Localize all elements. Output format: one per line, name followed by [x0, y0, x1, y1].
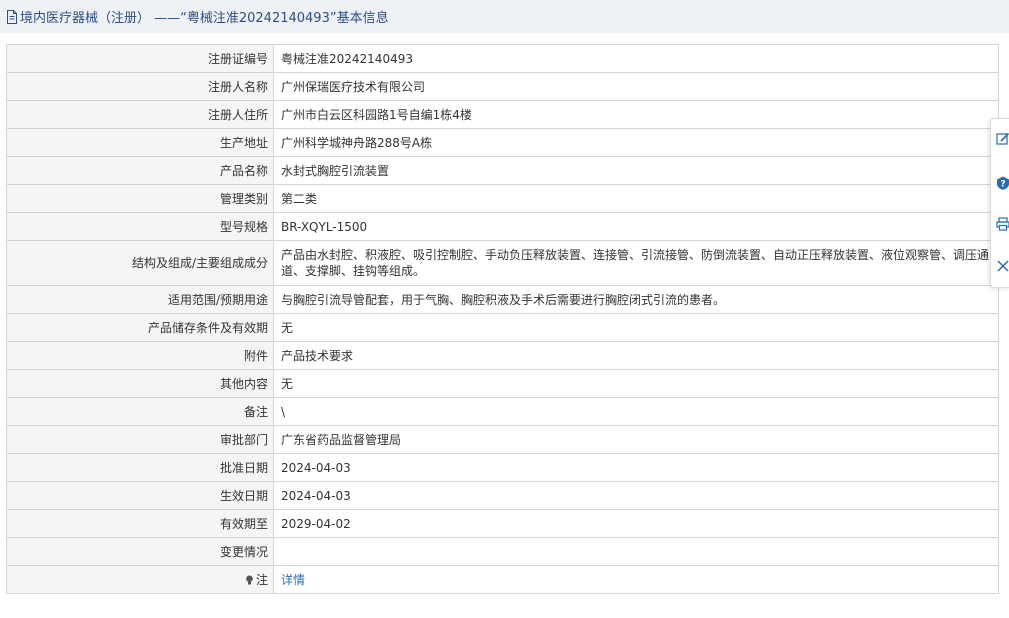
print-icon[interactable] — [996, 217, 1009, 231]
row-label-registration-number: 注册证编号 — [6, 44, 274, 73]
row-value-valid-until: 2029-04-02 — [273, 509, 999, 538]
table-row: 批准日期 2024-04-03 — [6, 453, 999, 482]
row-value-other-content: 无 — [273, 369, 999, 398]
row-label-product-name: 产品名称 — [6, 156, 274, 185]
table-row: 适用范围/预期用途 与胸腔引流导管配套，用于气胸、胸腔积液及手术后需要进行胸腔闭… — [6, 285, 999, 314]
row-value-storage-validity: 无 — [273, 313, 999, 342]
row-value-model-spec: BR-XQYL-1500 — [273, 212, 999, 241]
row-label-intended-use: 适用范围/预期用途 — [6, 285, 274, 314]
row-value-change-status — [273, 537, 999, 566]
note-label-text: 注 — [255, 572, 268, 587]
row-label-valid-until: 有效期至 — [6, 509, 274, 538]
row-label-approval-date: 批准日期 — [6, 453, 274, 482]
row-label-model-spec: 型号规格 — [6, 212, 274, 241]
row-value-registrant-address: 广州市白云区科园路1号自编1栋4楼 — [273, 100, 999, 129]
table-row: 审批部门 广东省药品监督管理局 — [6, 425, 999, 454]
table-row: 其他内容 无 — [6, 369, 999, 398]
row-value-structure-composition: 产品由水封腔、积液腔、吸引控制腔、手动负压释放装置、连接管、引流接管、防倒流装置… — [273, 240, 999, 286]
row-label-remarks: 备注 — [6, 397, 274, 426]
row-label-structure-composition: 结构及组成/主要组成成分 — [6, 240, 274, 286]
edit-icon[interactable] — [996, 132, 1009, 146]
table-row: 备注 \ — [6, 397, 999, 426]
row-label-production-address: 生产地址 — [6, 128, 274, 157]
row-value-remarks: \ — [273, 397, 999, 426]
row-label-registrant-address: 注册人住所 — [6, 100, 274, 129]
row-label-effective-date: 生效日期 — [6, 481, 274, 510]
lightbulb-icon — [246, 575, 253, 584]
table-row: 注册人名称 广州保瑞医疗技术有限公司 — [6, 72, 999, 101]
row-value-note: 详情 — [273, 565, 999, 594]
document-icon — [7, 9, 17, 24]
row-value-effective-date: 2024-04-03 — [273, 481, 999, 510]
row-value-product-name: 水封式胸腔引流装置 — [273, 156, 999, 185]
table-row: 结构及组成/主要组成成分 产品由水封腔、积液腔、吸引控制腔、手动负压释放装置、连… — [6, 240, 999, 286]
row-value-production-address: 广州科学城神舟路288号A栋 — [273, 128, 999, 157]
table-row: 型号规格 BR-XQYL-1500 — [6, 212, 999, 241]
info-table: 注册证编号 粤械注准20242140493 注册人名称 广州保瑞医疗技术有限公司… — [6, 44, 999, 594]
floating-toolbar: ? — [990, 118, 1009, 288]
table-row: 管理类别 第二类 — [6, 184, 999, 213]
table-row: 生产地址 广州科学城神舟路288号A栋 — [6, 128, 999, 157]
table-row: 变更情况 — [6, 537, 999, 566]
row-label-management-category: 管理类别 — [6, 184, 274, 213]
row-label-attachment: 附件 — [6, 341, 274, 370]
row-label-change-status: 变更情况 — [6, 537, 274, 566]
table-row: 有效期至 2029-04-02 — [6, 509, 999, 538]
row-value-registrant-name: 广州保瑞医疗技术有限公司 — [273, 72, 999, 101]
table-row: 注册证编号 粤械注准20242140493 — [6, 44, 999, 73]
row-value-registration-number: 粤械注准20242140493 — [273, 44, 999, 73]
close-icon[interactable] — [996, 259, 1009, 273]
details-link[interactable]: 详情 — [281, 573, 305, 587]
help-icon[interactable]: ? — [996, 176, 1009, 190]
table-row: 产品储存条件及有效期 无 — [6, 313, 999, 342]
row-label-note: 注 — [6, 565, 274, 594]
row-value-approval-date: 2024-04-03 — [273, 453, 999, 482]
row-value-approval-department: 广东省药品监督管理局 — [273, 425, 999, 454]
row-label-other-content: 其他内容 — [6, 369, 274, 398]
table-row: 生效日期 2024-04-03 — [6, 481, 999, 510]
row-label-approval-department: 审批部门 — [6, 425, 274, 454]
svg-text:?: ? — [1000, 180, 1005, 190]
table-row: 附件 产品技术要求 — [6, 341, 999, 370]
row-label-registrant-name: 注册人名称 — [6, 72, 274, 101]
row-value-intended-use: 与胸腔引流导管配套，用于气胸、胸腔积液及手术后需要进行胸腔闭式引流的患者。 — [273, 285, 999, 314]
page-header: 境内医疗器械（注册） ——“粤械注准20242140493”基本信息 — [0, 0, 1009, 33]
table-row: 注册人住所 广州市白云区科园路1号自编1栋4楼 — [6, 100, 999, 129]
info-table-container: 注册证编号 粤械注准20242140493 注册人名称 广州保瑞医疗技术有限公司… — [6, 44, 999, 594]
row-label-storage-validity: 产品储存条件及有效期 — [6, 313, 274, 342]
table-row: 注 详情 — [6, 565, 999, 594]
table-row: 产品名称 水封式胸腔引流装置 — [6, 156, 999, 185]
page-title: 境内医疗器械（注册） ——“粤械注准20242140493”基本信息 — [20, 11, 389, 26]
row-value-management-category: 第二类 — [273, 184, 999, 213]
row-value-attachment: 产品技术要求 — [273, 341, 999, 370]
